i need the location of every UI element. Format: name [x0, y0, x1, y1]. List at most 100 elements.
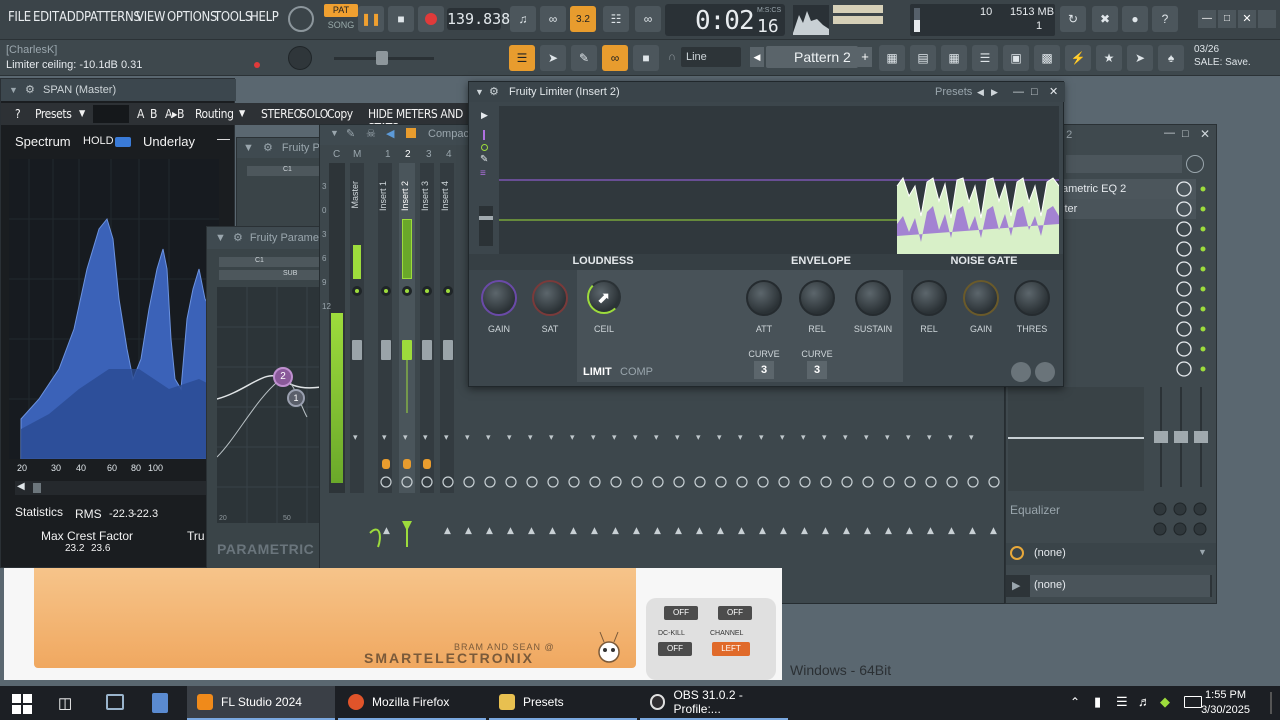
- pencil-icon[interactable]: ✎: [571, 45, 597, 71]
- app-menu-button[interactable]: [1258, 10, 1276, 28]
- toggle-2[interactable]: OFF: [718, 606, 752, 620]
- arrow-icon[interactable]: ➤: [540, 45, 566, 71]
- pattern-prev-button[interactable]: ◀: [750, 47, 764, 67]
- keyboard-icon[interactable]: [1184, 696, 1202, 708]
- countdown-icon[interactable]: 3.2: [570, 6, 596, 32]
- master-volume-slider[interactable]: [334, 51, 434, 65]
- plugin-icon[interactable]: ⚡: [1065, 45, 1091, 71]
- system-clock[interactable]: 1:55 PM 3/30/2025: [1201, 688, 1250, 718]
- minimize-icon[interactable]: —: [1164, 127, 1175, 139]
- close-app-button[interactable]: ✕: [1238, 10, 1256, 28]
- stamp-icon[interactable]: ■: [633, 45, 659, 71]
- gain-knob[interactable]: [481, 280, 517, 316]
- mixer-title-bar[interactable]: ▼ ✎ ☠ ◀ Compac: [320, 125, 480, 145]
- lines-icon[interactable]: ≡: [480, 168, 486, 179]
- limiter-title-bar[interactable]: ▼ ⚙ Fruity Limiter (Insert 2) Presets ◀ …: [469, 82, 1065, 102]
- gate-threshold-knob[interactable]: [1014, 280, 1050, 316]
- link-icon[interactable]: ∞: [602, 45, 628, 71]
- gate-release-knob[interactable]: [911, 280, 947, 316]
- gear-icon[interactable]: ⚙: [25, 79, 35, 101]
- spectrum-graph[interactable]: [9, 159, 220, 460]
- prev-preset-icon[interactable]: ◀: [977, 82, 984, 102]
- microphone-tray-icon[interactable]: ▮: [1094, 694, 1101, 710]
- close-icon[interactable]: ✕: [1200, 127, 1210, 141]
- maximize-icon[interactable]: □: [1031, 82, 1038, 102]
- taskbar-presets-folder[interactable]: Presets: [489, 686, 637, 720]
- span-copy-button[interactable]: Copy: [327, 107, 353, 121]
- collapse-icon[interactable]: —: [217, 131, 230, 146]
- mixer-tab-c[interactable]: C: [333, 149, 340, 160]
- release-knob[interactable]: [799, 280, 835, 316]
- metronome-icon[interactable]: ♫: [510, 6, 536, 32]
- limit-mode-tab[interactable]: LIMIT: [583, 366, 612, 378]
- eq-menu-icon[interactable]: ▼: [215, 232, 226, 244]
- span-stereo-button[interactable]: STEREO: [261, 107, 302, 121]
- pencil-icon[interactable]: ✎: [480, 154, 488, 165]
- master-pitch-knob[interactable]: [288, 46, 312, 70]
- mixer-tab-m[interactable]: M: [353, 149, 361, 160]
- routing-arrow-icon[interactable]: ▼: [239, 109, 245, 119]
- tutorial-icon[interactable]: ★: [1096, 45, 1122, 71]
- channel-rack-icon[interactable]: ▦: [941, 45, 967, 71]
- preset-name-field[interactable]: [93, 105, 129, 123]
- cpu-memory-panel[interactable]: 10 1513 MB 1: [910, 4, 1055, 36]
- pause-button[interactable]: ❚❚: [358, 6, 384, 32]
- comp-mode-tab[interactable]: COMP: [620, 366, 653, 378]
- saturation-knob[interactable]: [532, 280, 568, 316]
- attack-knob[interactable]: [746, 280, 782, 316]
- tempo-display[interactable]: 139.838: [447, 8, 510, 30]
- microphone-icon[interactable]: ●: [1122, 6, 1148, 32]
- menu-patterns[interactable]: PATTERNS: [84, 10, 141, 25]
- scroll-thumb[interactable]: [33, 483, 41, 493]
- playlist-icon[interactable]: ☰: [509, 45, 535, 71]
- menu-edit[interactable]: EDIT: [33, 10, 59, 25]
- menu-add[interactable]: ADD: [59, 10, 84, 25]
- underlay-toggle[interactable]: [115, 137, 131, 147]
- master-volume-knob[interactable]: [288, 6, 314, 32]
- playlist-window-icon[interactable]: ▦: [879, 45, 905, 71]
- mixer-tab-2[interactable]: 2: [405, 149, 411, 160]
- dropdown-arrow-icon[interactable]: ▼: [1198, 547, 1207, 557]
- shop-icon[interactable]: ♠: [1158, 45, 1184, 71]
- presets-arrow-icon[interactable]: ▼: [79, 109, 85, 119]
- close-icon[interactable]: ✕: [1049, 82, 1058, 102]
- mixer-arrow-icon[interactable]: ◀: [386, 127, 394, 140]
- taskbar-fl-studio[interactable]: FL Studio 2024: [187, 686, 335, 720]
- sustain-knob[interactable]: [855, 280, 891, 316]
- green-dot-icon[interactable]: [481, 144, 488, 151]
- mixer-wrench-icon[interactable]: ☠: [366, 127, 376, 140]
- pat-song-toggle[interactable]: PAT SONG: [324, 4, 358, 34]
- mixer-color-icon[interactable]: [406, 128, 416, 138]
- input-gain-slider[interactable]: [479, 206, 493, 246]
- menu-options[interactable]: OPTIONS: [167, 10, 217, 25]
- scroll-left-icon[interactable]: ◀: [17, 481, 25, 492]
- next-preset-icon[interactable]: ▶: [991, 82, 998, 102]
- minimize-app-button[interactable]: —: [1198, 10, 1216, 28]
- menu-help[interactable]: HELP: [250, 10, 279, 25]
- browser-icon[interactable]: ▣: [1003, 45, 1029, 71]
- release-curve-selector[interactable]: 3: [807, 361, 827, 379]
- mixer-tab-3[interactable]: 3: [426, 149, 432, 160]
- task-view-icon[interactable]: ◫: [58, 694, 72, 712]
- window-menu-arrow-icon[interactable]: ▼: [9, 79, 18, 101]
- wait-input-icon[interactable]: ∞: [540, 6, 566, 32]
- span-scrollbar[interactable]: ◀: [15, 481, 215, 495]
- stop-button[interactable]: ■: [388, 6, 414, 32]
- menu-file[interactable]: FILE: [8, 10, 31, 25]
- maximize-icon[interactable]: □: [1182, 128, 1189, 140]
- volume-icon[interactable]: ♬: [1138, 694, 1151, 709]
- taskbar-obs[interactable]: OBS 31.0.2 - Profile:...: [640, 686, 788, 720]
- file-icon[interactable]: ▩: [1034, 45, 1060, 71]
- mixer-menu-icon[interactable]: ▼: [330, 128, 339, 138]
- song-time-display[interactable]: 0:02 M:S:CS 16: [665, 4, 785, 37]
- sidechain-button[interactable]: [1011, 362, 1031, 382]
- window-menu-arrow-icon[interactable]: ▼: [475, 82, 484, 102]
- eq-knobs[interactable]: [1152, 501, 1212, 537]
- show-desktop-button[interactable]: [1270, 692, 1272, 714]
- link-button[interactable]: [1035, 362, 1055, 382]
- gear-icon[interactable]: ⚙: [489, 82, 499, 102]
- span-ab-button[interactable]: A▸B: [165, 107, 184, 121]
- step-edit-icon[interactable]: ☷: [603, 6, 629, 32]
- eq-faders[interactable]: [1152, 387, 1208, 491]
- menu-view[interactable]: VIEW: [136, 10, 166, 25]
